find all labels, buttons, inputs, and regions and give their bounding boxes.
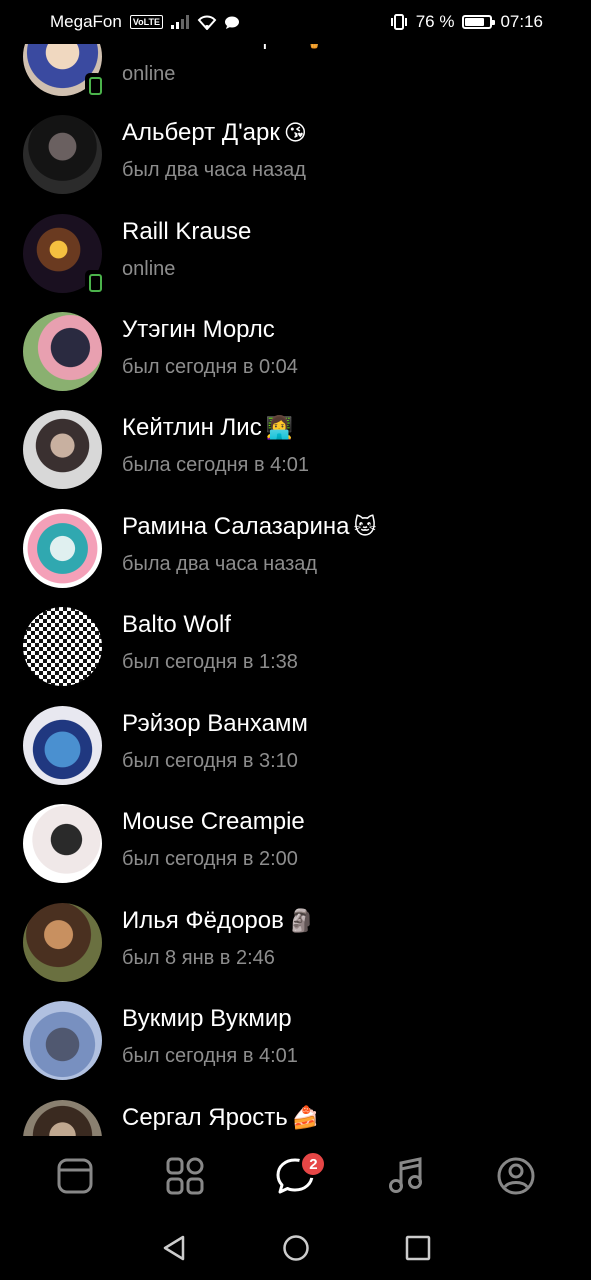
- list-item[interactable]: Balto Wolf был сегодня в 1:38: [0, 607, 591, 705]
- profile-icon: [497, 1157, 535, 1195]
- friend-name: Сергал Ярость 🍰: [122, 1104, 320, 1131]
- vibrate-icon: [390, 14, 407, 30]
- list-item[interactable]: Вукмир Вукмир был сегодня в 4:01: [0, 1001, 591, 1099]
- unread-badge: 2: [299, 1150, 328, 1178]
- friend-status: был сегодня в 0:04: [122, 356, 298, 378]
- friend-name: Альберт Д'арк 😘: [122, 119, 307, 146]
- wifi-icon: [197, 15, 217, 30]
- list-item[interactable]: Альберт Д'арк 😘 был два часа назад: [0, 115, 591, 213]
- avatar: [23, 804, 102, 883]
- news-icon: [57, 1158, 93, 1194]
- status-bar: MegaFon VoLTE 76 % 07:16: [0, 0, 591, 44]
- avatar: [23, 706, 102, 785]
- list-item[interactable]: Raill Krause online: [0, 214, 591, 312]
- friend-status: был 8 янв в 2:46: [122, 947, 275, 969]
- friend-status: была сегодня в 4:01: [122, 454, 310, 476]
- avatar: [23, 903, 102, 982]
- chat-notification-icon: [225, 16, 239, 29]
- avatar: [23, 312, 102, 391]
- volte-icon: VoLTE: [129, 15, 163, 29]
- list-item[interactable]: Утэгин Морлс был сегодня в 0:04: [0, 312, 591, 410]
- list-item[interactable]: Кейтлин Лис 👩‍💻 была сегодня в 4:01: [0, 410, 591, 508]
- tab-music[interactable]: [376, 1146, 436, 1206]
- friend-status: был сегодня в 4:01: [122, 1045, 298, 1067]
- avatar: [23, 1001, 102, 1080]
- battery-percent: 76 %: [415, 12, 455, 31]
- clock: 07:16: [500, 12, 543, 31]
- friend-status: online: [122, 258, 176, 280]
- tab-messages[interactable]: 2: [265, 1146, 328, 1206]
- battery-level: [465, 18, 484, 26]
- recents-icon[interactable]: [405, 1235, 431, 1261]
- friend-status: был сегодня в 2:00: [122, 848, 298, 870]
- tab-services[interactable]: [155, 1146, 215, 1206]
- list-item[interactable]: Mouse Creampie был сегодня в 2:00: [0, 804, 591, 902]
- friend-name: Вукмир Вукмир: [122, 1005, 292, 1032]
- avatar: [23, 509, 102, 588]
- friend-status: была два часа назад: [122, 553, 318, 575]
- friend-status: был сегодня в 1:38: [122, 651, 298, 673]
- friend-status: online: [122, 63, 176, 85]
- friend-name: Илья Фёдоров 🗿: [122, 907, 316, 934]
- avatar: [23, 115, 102, 194]
- signal-icon: [171, 15, 189, 29]
- back-icon[interactable]: [161, 1234, 187, 1262]
- friend-name: Raill Krause: [122, 218, 252, 245]
- online-mobile-icon: [85, 73, 102, 95]
- list-item[interactable]: Рамина Салазарина 🐱 была два часа назад: [0, 509, 591, 607]
- friend-status: был сегодня в 3:10: [122, 750, 298, 772]
- tab-bar: 2: [0, 1136, 591, 1216]
- tab-news[interactable]: [45, 1146, 105, 1206]
- friends-list: Антон Синицын🍦 online Альберт Д'арк😘 был…: [0, 0, 591, 1136]
- home-icon[interactable]: [282, 1234, 310, 1262]
- list-item[interactable]: Илья Фёдоров 🗿 был 8 янв в 2:46: [0, 903, 591, 1001]
- friend-name: Рэйзор Ванхамм: [122, 710, 308, 737]
- tab-profile[interactable]: [486, 1146, 546, 1206]
- system-navigation-bar: [0, 1216, 591, 1280]
- online-mobile-icon: [85, 270, 102, 292]
- avatar: [23, 1100, 102, 1136]
- avatar: [23, 607, 102, 686]
- list-item[interactable]: Сергал Ярость 🍰: [0, 1100, 591, 1136]
- services-icon: [166, 1157, 204, 1195]
- friend-name: Mouse Creampie: [122, 808, 305, 835]
- friend-name: Кейтлин Лис 👩‍💻: [122, 414, 294, 441]
- friend-name: Balto Wolf: [122, 611, 231, 638]
- avatar: [23, 410, 102, 489]
- music-icon: [388, 1157, 422, 1193]
- friend-name: Рамина Салазарина 🐱: [122, 513, 377, 540]
- list-item[interactable]: Рэйзор Ванхамм был сегодня в 3:10: [0, 706, 591, 804]
- battery-icon: [462, 15, 496, 29]
- carrier-name: MegaFon: [50, 12, 122, 31]
- friend-name: Утэгин Морлс: [122, 316, 275, 343]
- friend-status: был два часа назад: [122, 159, 306, 181]
